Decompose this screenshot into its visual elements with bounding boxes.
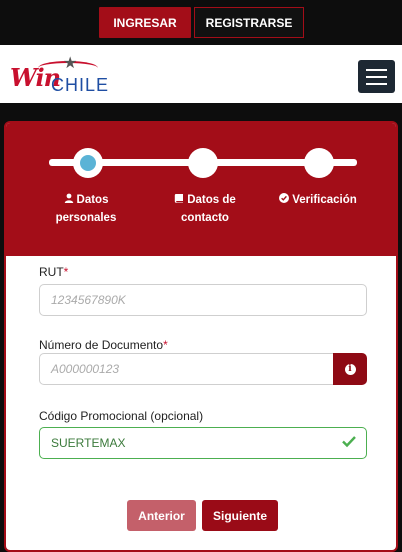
login-button[interactable]: INGRESAR [99, 7, 191, 38]
documento-placeholder: A000000123 [51, 362, 120, 376]
rut-label: RUT* [39, 265, 69, 279]
documento-input[interactable]: A000000123 [39, 353, 335, 385]
step-dot-1-active[interactable] [73, 148, 103, 178]
step-dot-3[interactable] [304, 148, 334, 178]
star-icon: ★ [63, 55, 78, 72]
logo-chile-text: CHILE [51, 75, 110, 95]
step-3-label: Verificación [278, 191, 358, 209]
stepper-header: Datos personales Datos de contacto Verif… [6, 123, 396, 256]
hamburger-icon-bar [366, 68, 387, 71]
promo-label: Código Promocional (opcional) [39, 409, 204, 423]
step-2-label: Datos de contacto [170, 191, 240, 227]
step-1-label: Datos personales [50, 191, 122, 227]
promo-code-value: SUERTEMAX [51, 436, 126, 450]
menu-toggle-button[interactable] [358, 60, 395, 93]
check-circle-icon [279, 193, 290, 203]
winchile-logo[interactable]: ★ Win CHILE [10, 53, 112, 97]
step-dot-2[interactable] [188, 148, 218, 178]
rut-input[interactable]: 1234567890K [39, 284, 367, 316]
user-icon [64, 193, 73, 203]
document-info-button[interactable]: i [333, 353, 367, 385]
previous-button[interactable]: Anterior [127, 500, 196, 531]
register-button[interactable]: REGISTRARSE [194, 7, 304, 38]
documento-label: Número de Documento* [39, 338, 168, 352]
next-button[interactable]: Siguiente [202, 500, 278, 531]
top-bar: INGRESAR REGISTRARSE [0, 0, 402, 45]
site-header: ★ Win CHILE [0, 45, 402, 103]
step-2-text: Datos de contacto [181, 194, 236, 224]
hamburger-icon-bar [366, 82, 387, 85]
rut-placeholder: 1234567890K [51, 293, 126, 307]
check-icon [342, 436, 356, 448]
info-icon: i [344, 363, 356, 375]
promo-code-input[interactable]: SUERTEMAX [39, 427, 367, 459]
registration-card: Datos personales Datos de contacto Verif… [4, 121, 398, 552]
step-3-text: Verificación [292, 194, 357, 206]
book-icon [175, 194, 184, 203]
hamburger-icon-bar [366, 75, 387, 78]
